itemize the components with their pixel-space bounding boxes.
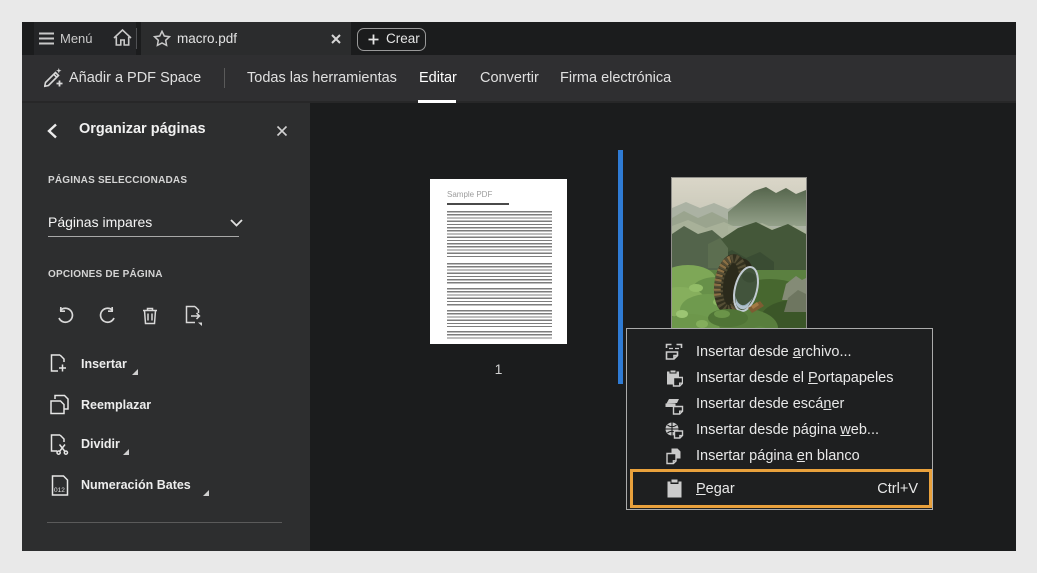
svg-text:012: 012	[54, 487, 65, 494]
